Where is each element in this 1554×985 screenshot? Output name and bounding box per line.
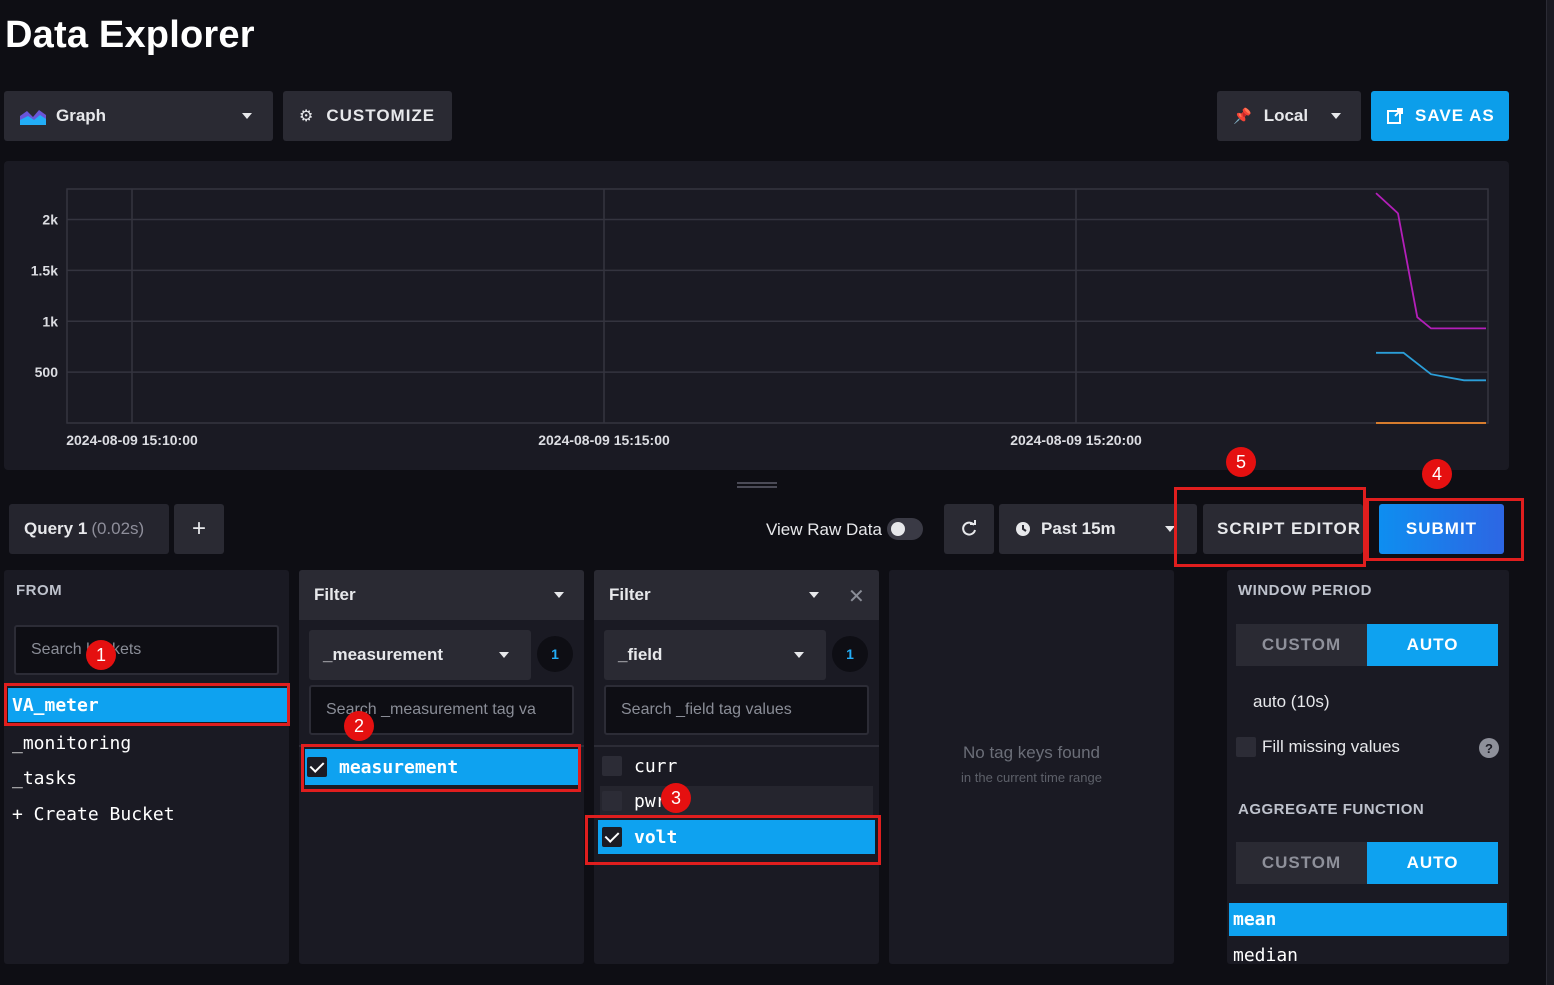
annotation-badge: 2 [344, 711, 374, 741]
clock-icon [1016, 522, 1030, 536]
series-line [1376, 351, 1486, 382]
tag-key-label: _field [618, 645, 663, 664]
y-tick-label: 2k [42, 212, 58, 228]
resize-handle[interactable] [737, 482, 777, 488]
filter-function-dropdown[interactable]: Filter ✕ [594, 570, 879, 620]
query-time: (0.02s) [91, 519, 145, 538]
refresh-icon [962, 520, 976, 536]
from-title: FROM [16, 582, 63, 599]
empty-state-subtitle: in the current time range [961, 770, 1102, 785]
pin-icon: 📌 [1233, 108, 1252, 125]
annotation-box-script-editor [1174, 487, 1366, 567]
tag-value-item[interactable]: pwr [600, 786, 873, 816]
gear-icon: ⚙ [299, 108, 315, 125]
window-period-toggle: CUSTOM AUTO [1236, 624, 1498, 666]
x-tick-label: 2024-08-09 15:20:00 [1010, 432, 1142, 448]
y-tick-label: 1k [42, 313, 58, 329]
checkbox-icon [602, 756, 622, 776]
filter-function-dropdown[interactable]: Filter [299, 570, 584, 620]
window-period-value: auto (10s) [1253, 692, 1330, 711]
annotation-box-submit [1366, 498, 1524, 561]
function-item[interactable]: median [1233, 943, 1298, 967]
chevron-down-icon [242, 113, 252, 119]
line-chart: 2k 1.5k 1k 500 2024-08-09 15:10:00 2024-08-09… [31, 188, 1489, 448]
chevron-down-icon [794, 652, 804, 658]
annotation-badge: 5 [1226, 447, 1256, 477]
window-period-title: WINDOW PERIOD [1238, 582, 1372, 599]
function-custom-button[interactable]: CUSTOM [1236, 842, 1367, 884]
y-tick-label: 1.5k [31, 262, 58, 278]
annotation-badge: 3 [661, 783, 691, 813]
filter-label: Filter [314, 585, 356, 604]
bucket-item[interactable]: _monitoring [12, 730, 131, 756]
aggregate-function-toggle: CUSTOM AUTO [1236, 842, 1498, 884]
chevron-down-icon [499, 652, 509, 658]
checkbox-icon [602, 791, 622, 811]
series-line [1375, 192, 1486, 330]
tag-key-dropdown[interactable]: _measurement [309, 630, 531, 680]
y-tick-label: 500 [35, 364, 59, 380]
view-raw-data-toggle[interactable] [887, 518, 923, 540]
graph-icon [20, 110, 46, 125]
view-raw-data-label: View Raw Data [766, 520, 882, 539]
help-icon[interactable]: ? [1479, 738, 1499, 758]
x-tick-label: 2024-08-09 15:10:00 [66, 432, 198, 448]
from-panel: FROM Search buckets VA_meter _monitoring… [4, 570, 289, 964]
annotation-box-field [585, 815, 881, 865]
annotation-box-bucket [4, 683, 290, 726]
aggregate-panel: WINDOW PERIOD CUSTOM AUTO auto (10s) Fil… [1227, 570, 1509, 967]
filter-label: Filter [609, 585, 651, 604]
customize-label: CUSTOMIZE [326, 106, 436, 125]
empty-filter-panel: No tag keys found in the current time ra… [889, 570, 1174, 964]
graph-panel: 2k 1.5k 1k 500 2024-08-09 15:10:00 2024-08-09… [4, 161, 1509, 470]
field-filter-panel: Filter ✕ _field 1 Search _field tag valu… [594, 570, 879, 964]
tag-value-item[interactable]: curr [600, 751, 873, 781]
tag-key-label: _measurement [323, 645, 444, 664]
page-title: Data Explorer [5, 14, 255, 56]
plot-frame [66, 188, 1489, 424]
timezone-label: Local [1263, 106, 1309, 125]
create-bucket-link[interactable]: + Create Bucket [12, 801, 175, 827]
add-query-button[interactable]: + [174, 504, 224, 554]
graph-type-dropdown[interactable]: Graph [4, 91, 273, 141]
aggregate-function-title: AGGREGATE FUNCTION [1238, 801, 1425, 818]
annotation-badge: 4 [1422, 459, 1452, 489]
export-icon [1387, 108, 1403, 124]
x-tick-label: 2024-08-09 15:15:00 [538, 432, 670, 448]
save-as-label: SAVE AS [1415, 106, 1495, 125]
close-icon[interactable]: ✕ [848, 584, 865, 609]
customize-button[interactable]: ⚙ CUSTOMIZE [283, 91, 452, 141]
save-as-button[interactable]: SAVE AS [1371, 91, 1509, 141]
chevron-down-icon [1331, 113, 1341, 119]
tag-key-dropdown[interactable]: _field [604, 630, 826, 680]
query-label: Query 1 [24, 519, 88, 538]
tag-value-label: curr [634, 755, 678, 777]
timezone-dropdown[interactable]: 📌 Local [1217, 91, 1361, 141]
function-item[interactable]: mean [1229, 903, 1507, 936]
bucket-search-input[interactable]: Search buckets [14, 625, 279, 675]
function-auto-button[interactable]: AUTO [1367, 842, 1498, 884]
window-auto-button[interactable]: AUTO [1367, 624, 1498, 666]
selected-count-badge: 1 [537, 636, 573, 672]
fill-missing-label: Fill missing values [1262, 737, 1400, 756]
annotation-box-measurement [301, 744, 581, 792]
query-tab[interactable]: Query 1 (0.02s) [9, 504, 169, 554]
selected-count-badge: 1 [832, 636, 868, 672]
window-custom-button[interactable]: CUSTOM [1236, 624, 1367, 666]
refresh-button[interactable] [944, 504, 994, 554]
chevron-down-icon [809, 592, 819, 598]
bucket-item[interactable]: _tasks [12, 765, 77, 791]
fill-missing-checkbox[interactable]: Fill missing values [1236, 737, 1400, 757]
time-range-label: Past 15m [1041, 519, 1116, 538]
time-range-dropdown[interactable]: Past 15m [999, 504, 1197, 554]
graph-type-label: Graph [56, 106, 107, 125]
divider [594, 745, 879, 747]
empty-state-title: No tag keys found [962, 743, 1101, 762]
toggle-knob [891, 522, 905, 536]
window-right-edge [1546, 0, 1554, 985]
chevron-down-icon [554, 592, 564, 598]
field-search-input[interactable]: Search _field tag values [604, 685, 869, 735]
annotation-badge: 1 [86, 640, 116, 670]
checkbox-icon [1236, 737, 1256, 757]
